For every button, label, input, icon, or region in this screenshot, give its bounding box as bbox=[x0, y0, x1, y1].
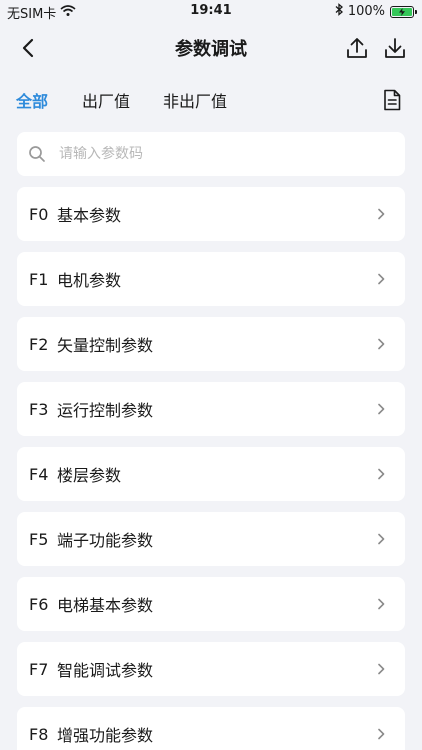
filter-tabs: 全部 出厂值 非出厂值 bbox=[0, 84, 422, 120]
search-icon bbox=[27, 144, 47, 164]
param-group-code: F7 bbox=[29, 659, 49, 679]
page: 无SIM卡 19:41 100% 参数调试 全部 出厂值 非出厂值 请输入参数码… bbox=[0, 0, 422, 750]
list-item[interactable]: F7 智能调试参数 bbox=[17, 642, 405, 696]
battery-level bbox=[392, 7, 412, 16]
list-item[interactable]: F3 运行控制参数 bbox=[17, 382, 405, 436]
param-group-code: F1 bbox=[29, 269, 49, 289]
param-group-label: 楼层参数 bbox=[57, 466, 122, 485]
param-group-code: F6 bbox=[29, 594, 49, 614]
param-group-code: F3 bbox=[29, 399, 49, 419]
param-group-code: F8 bbox=[29, 724, 49, 744]
download-button[interactable] bbox=[380, 35, 410, 65]
chevron-right-icon bbox=[375, 533, 387, 545]
document-button[interactable] bbox=[380, 89, 404, 115]
nav-bar: 参数调试 bbox=[0, 22, 422, 78]
list-item[interactable]: F6 电梯基本参数 bbox=[17, 577, 405, 631]
battery-percent: 100% bbox=[347, 4, 385, 19]
param-group-label: 矢量控制参数 bbox=[57, 336, 154, 355]
chevron-right-icon bbox=[375, 338, 387, 350]
param-group-label: 运行控制参数 bbox=[57, 401, 154, 420]
search-input[interactable] bbox=[59, 146, 379, 162]
list-item[interactable]: F0 基本参数 bbox=[17, 187, 405, 241]
tab-non-factory-value[interactable]: 非出厂值 bbox=[163, 90, 227, 114]
list-item[interactable]: F2 矢量控制参数 bbox=[17, 317, 405, 371]
tab-factory-value[interactable]: 出厂值 bbox=[82, 90, 130, 114]
chevron-right-icon bbox=[375, 208, 387, 220]
list-item[interactable]: F1 电机参数 bbox=[17, 252, 405, 306]
param-group-label: 基本参数 bbox=[57, 206, 122, 225]
search-bar bbox=[17, 132, 405, 176]
parameter-group-list: F0 基本参数 F1 电机参数 F2 矢量控制参数 F3 运行控制参数 F4 楼… bbox=[17, 187, 405, 750]
param-group-label: 智能调试参数 bbox=[57, 661, 154, 680]
status-bar: 无SIM卡 19:41 100% bbox=[0, 0, 422, 22]
list-item[interactable]: F5 端子功能参数 bbox=[17, 512, 405, 566]
battery-icon bbox=[390, 5, 417, 18]
param-group-code: F4 bbox=[29, 464, 49, 484]
param-group-code: F2 bbox=[29, 334, 49, 354]
chevron-right-icon bbox=[375, 403, 387, 415]
bluetooth-icon bbox=[335, 3, 343, 20]
param-group-code: F0 bbox=[29, 204, 49, 224]
upload-button[interactable] bbox=[342, 35, 372, 65]
param-group-code: F5 bbox=[29, 529, 49, 549]
chevron-right-icon bbox=[375, 598, 387, 610]
param-group-label: 电机参数 bbox=[57, 271, 122, 290]
chevron-right-icon bbox=[375, 468, 387, 480]
tab-all[interactable]: 全部 bbox=[16, 90, 48, 114]
chevron-right-icon bbox=[375, 273, 387, 285]
upload-icon bbox=[346, 37, 368, 63]
status-right: 100% bbox=[335, 3, 417, 20]
download-icon bbox=[384, 37, 406, 63]
chevron-right-icon bbox=[375, 663, 387, 675]
param-group-label: 电梯基本参数 bbox=[57, 596, 154, 615]
list-item[interactable]: F8 增强功能参数 bbox=[17, 707, 405, 750]
list-item[interactable]: F4 楼层参数 bbox=[17, 447, 405, 501]
param-group-label: 增强功能参数 bbox=[57, 726, 154, 745]
document-icon bbox=[383, 89, 401, 115]
chevron-right-icon bbox=[375, 728, 387, 740]
param-group-label: 端子功能参数 bbox=[57, 531, 154, 550]
